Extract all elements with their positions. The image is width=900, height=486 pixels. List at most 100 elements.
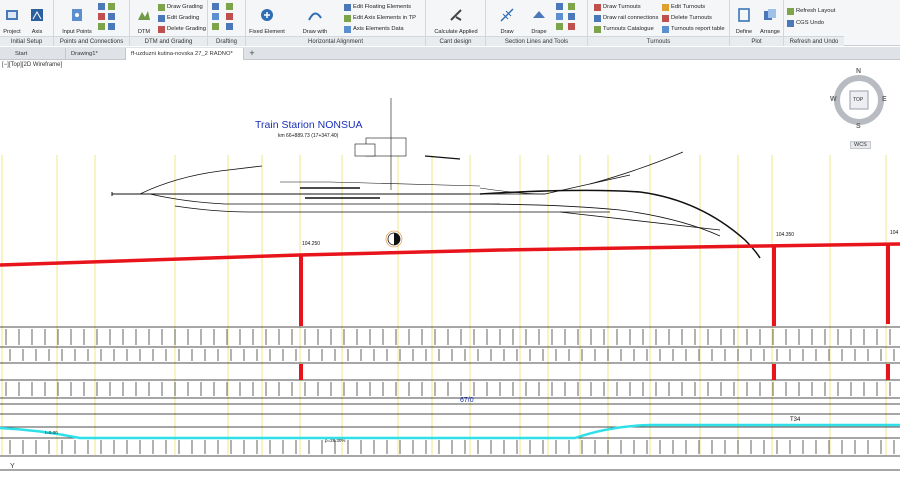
undo-icon	[787, 20, 794, 27]
edit-grading-label: Edit Grading	[167, 15, 200, 21]
delete-grading-button[interactable]: Delete Grading	[158, 24, 206, 34]
drape-icon	[533, 11, 545, 19]
refresh-icon	[787, 8, 794, 15]
wcs-dropdown[interactable]: WCS	[850, 141, 871, 149]
edit-turnouts-label: Edit Turnouts	[671, 4, 706, 10]
edit-axis-elements-tp-icon	[344, 15, 351, 22]
edit-turnouts-button[interactable]: Edit Turnouts	[662, 2, 705, 12]
dtm-button[interactable]: DTM	[133, 2, 155, 36]
elevation-left: 104.250	[302, 241, 320, 247]
drafting-tools-icons[interactable]	[212, 3, 244, 33]
tab-start[interactable]: Start	[10, 48, 66, 60]
panel-cant-design: Calculate Applied Cant Cant design	[426, 0, 486, 46]
input-points-button[interactable]: Input Points from File	[60, 2, 94, 42]
delete-turnouts-button[interactable]: Delete Turnouts	[662, 13, 712, 23]
calculate-applied-cant-button[interactable]: Calculate Applied Cant	[428, 2, 484, 42]
draw-floating-elements-icon	[308, 12, 322, 21]
edit-axis-elements-tp-button[interactable]: Edit Axis Elements in TP	[344, 13, 416, 23]
panel-dtm-grading: DTM Draw Grading Edit Grading Delete Gra…	[130, 0, 208, 46]
viewcube-top-face[interactable]: TOP	[853, 97, 863, 103]
panel-horizontal-alignment: Fixed Element Arc Draw with Floating Ele…	[246, 0, 426, 46]
draw-turnouts-button[interactable]: Draw Turnouts	[594, 2, 641, 12]
station-grid-lines	[1, 155, 887, 455]
document-tabs: Start Drawing1* ff-uzduzni kutina-novska…	[0, 47, 900, 60]
panel-plot: Define Plot Area Arrange to Paper Plot	[730, 0, 784, 46]
axis-elements-data-button[interactable]: Axis Elements Data	[344, 24, 404, 34]
viewcube-north[interactable]: N	[856, 68, 861, 75]
panel-refresh-undo: Refresh Layout CGS Undo Refresh and Undo	[784, 0, 844, 46]
y-axis-label: Y	[10, 463, 15, 470]
draw-grading-icon	[158, 4, 165, 11]
panel-title-points-connections: Points and Connections	[54, 36, 129, 46]
dtm-label: DTM	[137, 29, 151, 36]
delete-turnouts-icon	[662, 15, 669, 22]
arrange-to-paper-button[interactable]: Arrange to Paper	[757, 2, 783, 42]
cgs-undo-button[interactable]: CGS Undo	[787, 18, 824, 28]
panel-initial-setup: Project Axis Manager Initial Setup	[0, 0, 54, 46]
draw-section-lines-button[interactable]: Draw Section Lines	[488, 2, 526, 42]
turnouts-catalogue-button[interactable]: Turnouts Catalogue	[594, 24, 654, 34]
cgs-undo-label: CGS Undo	[796, 20, 825, 26]
ribbon-toolbar: Project Axis Manager Initial Setup Input…	[0, 0, 900, 46]
curve-label-left: I=0.00	[45, 430, 58, 435]
fixed-element-arc-icon	[261, 9, 273, 22]
edit-grading-button[interactable]: Edit Grading	[158, 13, 199, 23]
draw-grading-button[interactable]: Draw Grading	[158, 2, 203, 12]
t-label: T34	[790, 417, 801, 423]
arrange-to-paper-icon	[764, 9, 776, 21]
viewcube[interactable]: N S E W TOP WCS	[826, 66, 896, 156]
calculate-cant-icon	[450, 9, 462, 22]
tab-active-drawing[interactable]: ff-uzduzni kutina-novska 27_2 RADNO*	[126, 48, 244, 60]
edit-floating-elements-icon	[344, 4, 351, 11]
project-icon	[6, 10, 18, 21]
viewcube-south[interactable]: S	[856, 123, 861, 130]
panel-turnouts: Draw Turnouts Draw rail connections Turn…	[588, 0, 730, 46]
refresh-layout-button[interactable]: Refresh Layout	[787, 6, 835, 16]
edit-axis-elements-tp-label: Edit Axis Elements in TP	[353, 15, 417, 21]
draw-rail-connections-icon	[594, 15, 601, 22]
panel-title-initial-setup: Initial Setup	[0, 36, 53, 46]
km-label: 67/0	[460, 397, 474, 404]
edit-floating-elements-button[interactable]: Edit Floating Elements	[344, 2, 411, 12]
points-tools-icons[interactable]	[98, 3, 126, 33]
draw-floating-elements-button[interactable]: Draw with Floating Elements	[290, 2, 340, 42]
turnouts-report-table-button[interactable]: Turnouts report table	[662, 24, 725, 34]
input-points-icon	[72, 9, 82, 22]
delete-turnouts-label: Delete Turnouts	[671, 15, 712, 21]
draw-grading-label: Draw Grading	[167, 4, 203, 10]
dtm-icon	[138, 11, 150, 21]
section-tools-icons[interactable]	[556, 3, 584, 33]
viewport-controls[interactable]: [−][Top][2D Wireframe]	[2, 62, 62, 68]
draw-turnouts-label: Draw Turnouts	[603, 4, 641, 10]
panel-title-refresh-undo: Refresh and Undo	[784, 36, 844, 46]
draw-turnouts-icon	[594, 4, 601, 11]
viewcube-west[interactable]: W	[830, 96, 837, 103]
panel-title-section-lines: Section Lines and Tools	[486, 36, 587, 46]
panel-title-horizontal-alignment: Horizontal Alignment	[246, 36, 425, 46]
axis-manager-button[interactable]: Axis Manager	[24, 2, 50, 42]
tab-drawing1[interactable]: Drawing1*	[66, 48, 126, 60]
station-title: Train Starion NONSUA	[255, 119, 363, 131]
draw-rail-connections-button[interactable]: Draw rail connections	[594, 13, 658, 23]
turnouts-report-table-label: Turnouts report table	[671, 26, 725, 32]
project-label: Project	[3, 29, 21, 36]
panel-title-plot: Plot	[730, 36, 783, 46]
project-button[interactable]: Project	[1, 2, 23, 36]
viewcube-east[interactable]: E	[882, 96, 887, 103]
define-plot-area-button[interactable]: Define Plot Area	[732, 2, 756, 42]
turnouts-catalogue-label: Turnouts Catalogue	[603, 26, 654, 32]
elevation-far: 104	[890, 230, 899, 236]
drape-button[interactable]: Drape	[528, 2, 550, 36]
panel-drafting: Drafting	[208, 0, 246, 46]
panel-title-turnouts: Turnouts	[588, 36, 729, 46]
turnouts-report-icon	[662, 26, 669, 33]
fixed-element-arc-button[interactable]: Fixed Element Arc	[248, 2, 286, 42]
drawing-canvas[interactable]: Train Starion NONSUA km 66+889.73 (17+34…	[0, 60, 900, 486]
panel-title-cant-design: Cant design	[426, 36, 485, 46]
turnouts-catalogue-icon	[594, 26, 601, 33]
section-lines-icon	[500, 8, 514, 22]
track-plan	[111, 98, 761, 259]
station-km: km 66+889.73 (17+347.40)	[278, 133, 339, 139]
new-tab-button[interactable]: +	[246, 48, 258, 59]
profile-line	[0, 242, 900, 380]
